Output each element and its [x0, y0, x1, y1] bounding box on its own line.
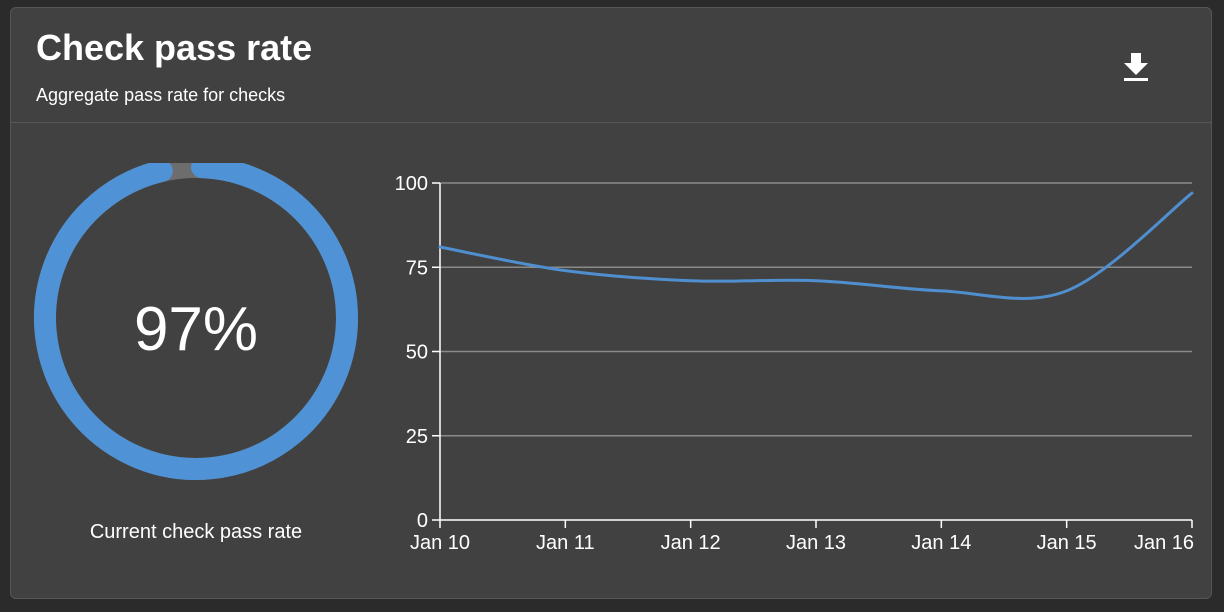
gauge-value: 97%: [134, 295, 258, 364]
card-header: Check pass rate Aggregate pass rate for …: [11, 8, 1211, 123]
pass-rate-line-chart: 0 25 50 75 100 Jan 10 Jan 11 Jan 12 Jan 13 Jan 14…: [395, 173, 1194, 554]
x-tick-label: Jan 11: [536, 532, 595, 554]
y-tick-label: 100: [395, 173, 428, 195]
x-tick-label: Jan 10: [410, 532, 470, 554]
series-line: [438, 191, 1194, 300]
x-tick-label: Jan 13: [786, 532, 846, 554]
y-tick-label: 50: [406, 342, 428, 364]
page-subtitle: Aggregate pass rate for checks: [36, 85, 286, 105]
download-icon: [1124, 53, 1148, 81]
grid-layer: [440, 182, 1192, 437]
x-tick-label: Jan 15: [1037, 532, 1097, 554]
check-pass-rate-card: Check pass rate Aggregate pass rate for …: [10, 7, 1212, 599]
y-tick-label: 0: [417, 510, 428, 532]
series-layer: [438, 191, 1194, 300]
axis-layer: 0 25 50 75 100 Jan 10 Jan 11 Jan 12 Jan 13 Jan 14…: [395, 173, 1194, 554]
pass-rate-gauge: 97%: [34, 163, 358, 480]
x-tick-label: Jan 12: [661, 532, 721, 554]
x-tick-label: Jan 14: [911, 532, 971, 554]
y-tick-label: 75: [406, 257, 428, 279]
page-title: Check pass rate: [36, 27, 313, 68]
y-tick-label: 25: [406, 426, 428, 448]
x-tick-label: Jan 16: [1134, 532, 1194, 554]
download-button[interactable]: [1121, 48, 1155, 84]
gauge-caption: Current check pass rate: [89, 521, 303, 543]
